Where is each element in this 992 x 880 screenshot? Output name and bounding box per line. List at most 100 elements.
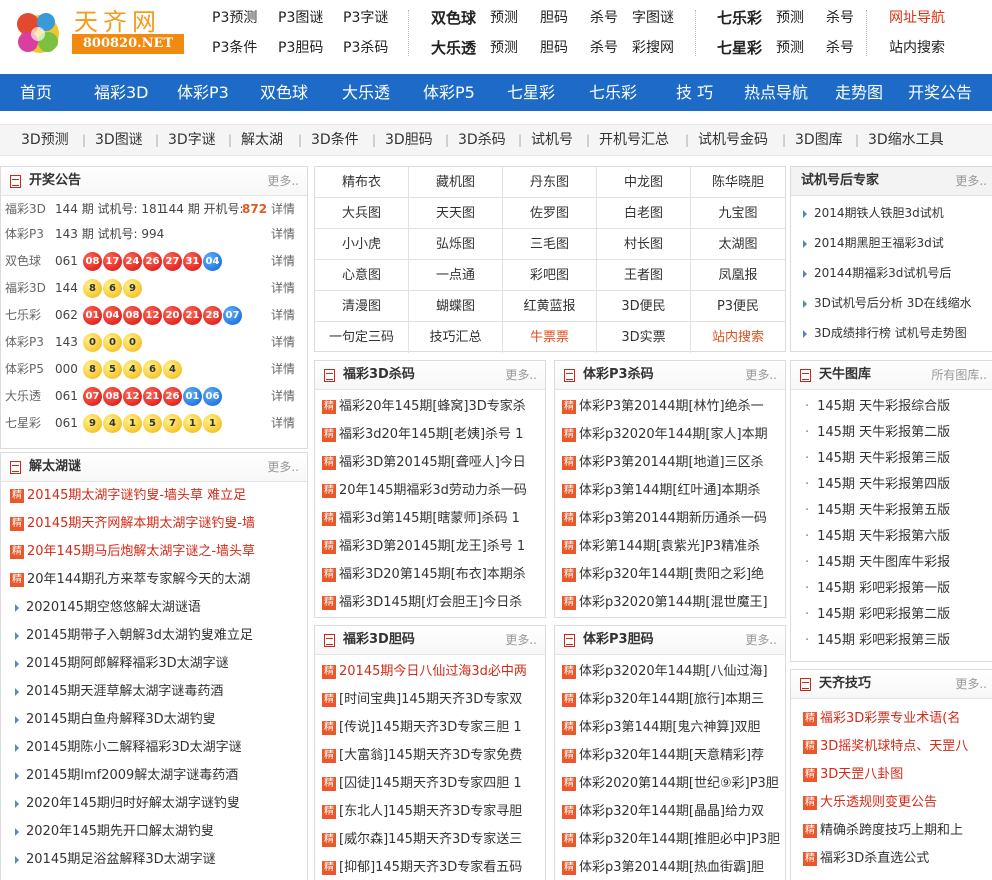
subnav-item[interactable]: 3D图谜 — [95, 125, 143, 155]
list-item-link[interactable]: [大富翁]145期天齐3D专家免费 — [339, 748, 522, 763]
header-link[interactable]: 杀号 — [590, 8, 618, 28]
list-item[interactable]: · 145期 天牛彩报综合版 — [791, 393, 992, 420]
grid-link[interactable]: 白老图 — [597, 198, 691, 229]
grid-link[interactable]: 3D实票 — [597, 322, 691, 353]
more-link[interactable]: 更多.. — [745, 361, 777, 389]
grid-link[interactable]: 弘烁图 — [409, 229, 503, 260]
nav-item[interactable]: 七乐彩 — [589, 74, 637, 111]
list-item[interactable]: 精 20年145期福彩3d劳动力杀一码 — [315, 477, 545, 504]
list-item-link[interactable]: 福彩3D20第145期[布衣]本期杀 — [339, 567, 526, 582]
list-item[interactable]: 精福彩3D第20145期[聋哑人]今日 — [315, 449, 545, 476]
lottery-name[interactable]: 双色球 — [5, 248, 41, 275]
list-item[interactable]: 精福彩3D彩票专业术语(名 — [791, 705, 992, 732]
list-item-link[interactable]: 体彩p32020年144期[家人]本期 — [579, 427, 768, 442]
list-item-link[interactable]: 20年145期马后炮解太湖字谜之-墙头草 — [27, 544, 255, 559]
list-item[interactable]: · 145期 天牛彩报第五版 — [791, 497, 992, 524]
list-item-link[interactable]: 20145期太湖字谜钓叟-墙头草 难立足 — [27, 488, 246, 503]
more-link[interactable]: 更多.. — [955, 167, 987, 195]
list-item[interactable]: 精体彩p320年144期[天意精彩]荐 — [555, 742, 785, 769]
list-item-link[interactable]: 145期 彩吧彩报第二版 — [817, 607, 950, 622]
list-item[interactable]: 20145期白鱼舟解释3D太湖钓叟 — [1, 706, 307, 733]
lottery-name[interactable]: 七星彩 — [5, 410, 41, 437]
list-item[interactable]: 精 20145期今日八仙过海3d必中两 — [315, 658, 545, 685]
list-item-link[interactable]: 145期 天牛彩报第五版 — [817, 503, 950, 518]
more-link[interactable]: 所有图库.. — [931, 361, 987, 389]
list-item[interactable]: 精体彩p32020第144期[混世魔王] — [555, 589, 785, 616]
list-item[interactable]: 20145期lmf2009解太湖字谜毒药酒 — [1, 762, 307, 789]
subnav-item[interactable]: 3D预测 — [21, 125, 69, 155]
grid-link[interactable]: 技巧汇总 — [409, 322, 503, 353]
header-link[interactable]: 网址导航 — [889, 8, 945, 28]
grid-link[interactable]: 站内搜索 — [691, 322, 785, 353]
list-item[interactable]: · 145期 彩吧彩报第一版 — [791, 575, 992, 602]
list-item-link[interactable]: 福彩3D第20145期[聋哑人]今日 — [339, 455, 526, 470]
list-item-link[interactable]: 体彩p3第20144期[热血街霸]胆 — [579, 860, 764, 875]
header-link[interactable]: 预测 — [490, 38, 518, 58]
lottery-name[interactable]: 体彩P3 — [5, 221, 44, 248]
list-item-link[interactable]: 145期 彩吧彩报第三版 — [817, 633, 950, 648]
header-link[interactable]: 七星彩 — [717, 38, 762, 58]
list-item[interactable]: 精 20145期太湖字谜钓叟-墙头草 难立足 — [1, 482, 307, 509]
grid-link[interactable]: 小小虎 — [315, 229, 409, 260]
header-link[interactable]: 预测 — [490, 8, 518, 28]
list-item-link[interactable]: 福彩20年145期[蜂窝]3D专家杀 — [339, 399, 526, 414]
detail-link[interactable]: 详情 — [271, 275, 295, 302]
grid-link[interactable]: 红黄蓝报 — [503, 291, 597, 322]
header-link[interactable]: 杀号 — [590, 38, 618, 58]
lottery-name[interactable]: 体彩P3 — [5, 329, 44, 356]
list-item[interactable]: 精体彩p320年144期[旅行]本期三 — [555, 686, 785, 713]
list-item-link[interactable]: 精确杀跨度技巧上期和上 — [820, 823, 963, 838]
header-link[interactable]: 胆码 — [540, 38, 568, 58]
list-item[interactable]: 精 [东北人]145期天齐3D专家寻胆 — [315, 798, 545, 825]
list-item-link[interactable]: 2020145期空悠悠解太湖谜语 — [26, 600, 201, 615]
list-item[interactable]: 精体彩p320年144期[贵阳之彩]绝 — [555, 561, 785, 588]
subnav-item[interactable]: 3D字谜 — [168, 125, 216, 155]
list-item-link[interactable]: 福彩3D145期[灯会胆王]今日杀 — [339, 595, 522, 610]
header-link[interactable]: P3胆码 — [278, 38, 323, 58]
grid-link[interactable]: 佐罗图 — [503, 198, 597, 229]
list-item[interactable]: 2020年145期归时好解太湖字谜钓叟 — [1, 790, 307, 817]
list-item[interactable]: 20145期天涯草解太湖字谜毒药酒 — [1, 678, 307, 705]
list-item-link[interactable]: 2014期黑胆王福彩3d试 — [814, 236, 944, 250]
grid-link[interactable]: P3便民 — [691, 291, 785, 322]
list-item[interactable]: 精 [时间宝典]145期天齐3D专家双 — [315, 686, 545, 713]
subnav-item[interactable]: 试机号金码 — [698, 125, 768, 155]
detail-link[interactable]: 详情 — [271, 383, 295, 410]
subnav-item[interactable]: 3D胆码 — [385, 125, 433, 155]
list-item[interactable]: 精 3D天罡八卦图 — [791, 761, 992, 788]
list-item[interactable]: 3D试机号后分析 3D在线缩水 — [791, 290, 992, 317]
grid-link[interactable]: 三毛图 — [503, 229, 597, 260]
list-item-link[interactable]: 3D摇奖机球特点、天罡八 — [820, 739, 968, 754]
list-item-link[interactable]: [时间宝典]145期天齐3D专家双 — [339, 692, 522, 707]
lottery-name[interactable]: 体彩P5 — [5, 356, 44, 383]
header-link[interactable]: P3预测 — [212, 8, 257, 28]
list-item[interactable]: · 145期 彩吧彩报第二版 — [791, 601, 992, 628]
grid-link[interactable]: 藏机图 — [409, 167, 503, 198]
nav-item[interactable]: 双色球 — [260, 74, 308, 111]
subnav-item[interactable]: 3D缩水工具 — [868, 125, 944, 155]
list-item-link[interactable]: 145期 天牛彩报综合版 — [817, 399, 950, 414]
list-item[interactable]: 20145期阿郎解释福彩3D太湖字谜 — [1, 650, 307, 677]
header-link[interactable]: 预测 — [776, 38, 804, 58]
list-item[interactable]: 3D成绩排行榜 试机号走势图 — [791, 320, 992, 347]
list-item[interactable]: · 145期 天牛彩报第六版 — [791, 523, 992, 550]
list-item[interactable]: 精福彩3D145期[灯会胆王]今日杀 — [315, 589, 545, 616]
list-item-link[interactable]: 20145期今日八仙过海3d必中两 — [339, 664, 527, 679]
list-item[interactable]: · 145期 天牛图库牛彩报 — [791, 549, 992, 576]
list-item-link[interactable]: 145期 天牛彩报第六版 — [817, 529, 950, 544]
list-item-link[interactable]: 20144期福彩3d试机号后 — [814, 266, 951, 280]
header-link[interactable]: P3字谜 — [343, 8, 388, 28]
list-item-link[interactable]: 20145期阿郎解释福彩3D太湖字谜 — [26, 656, 229, 671]
list-item-link[interactable]: 20年144期孔方来萃专家解今天的太湖 — [27, 572, 250, 587]
grid-link[interactable]: 一句定三码 — [315, 322, 409, 353]
list-item-link[interactable]: 20年145期福彩3d劳动力杀一码 — [339, 483, 527, 498]
grid-link[interactable]: 太湖图 — [691, 229, 785, 260]
list-item-link[interactable]: 福彩3d20年145期[老姨]杀号 1 — [339, 427, 523, 442]
header-link[interactable]: 杀号 — [826, 38, 854, 58]
list-item-link[interactable]: 20145期足浴盆解释3D太湖字谜 — [26, 852, 216, 867]
header-link[interactable]: P3杀码 — [343, 38, 388, 58]
list-item-link[interactable]: 3D成绩排行榜 试机号走势图 — [814, 326, 967, 340]
list-item-link[interactable]: 体彩p320年144期[贵阳之彩]绝 — [579, 567, 764, 582]
list-item[interactable]: 精 20年144期孔方来萃专家解今天的太湖 — [1, 566, 307, 593]
grid-link[interactable]: 牛票票 — [503, 322, 597, 353]
